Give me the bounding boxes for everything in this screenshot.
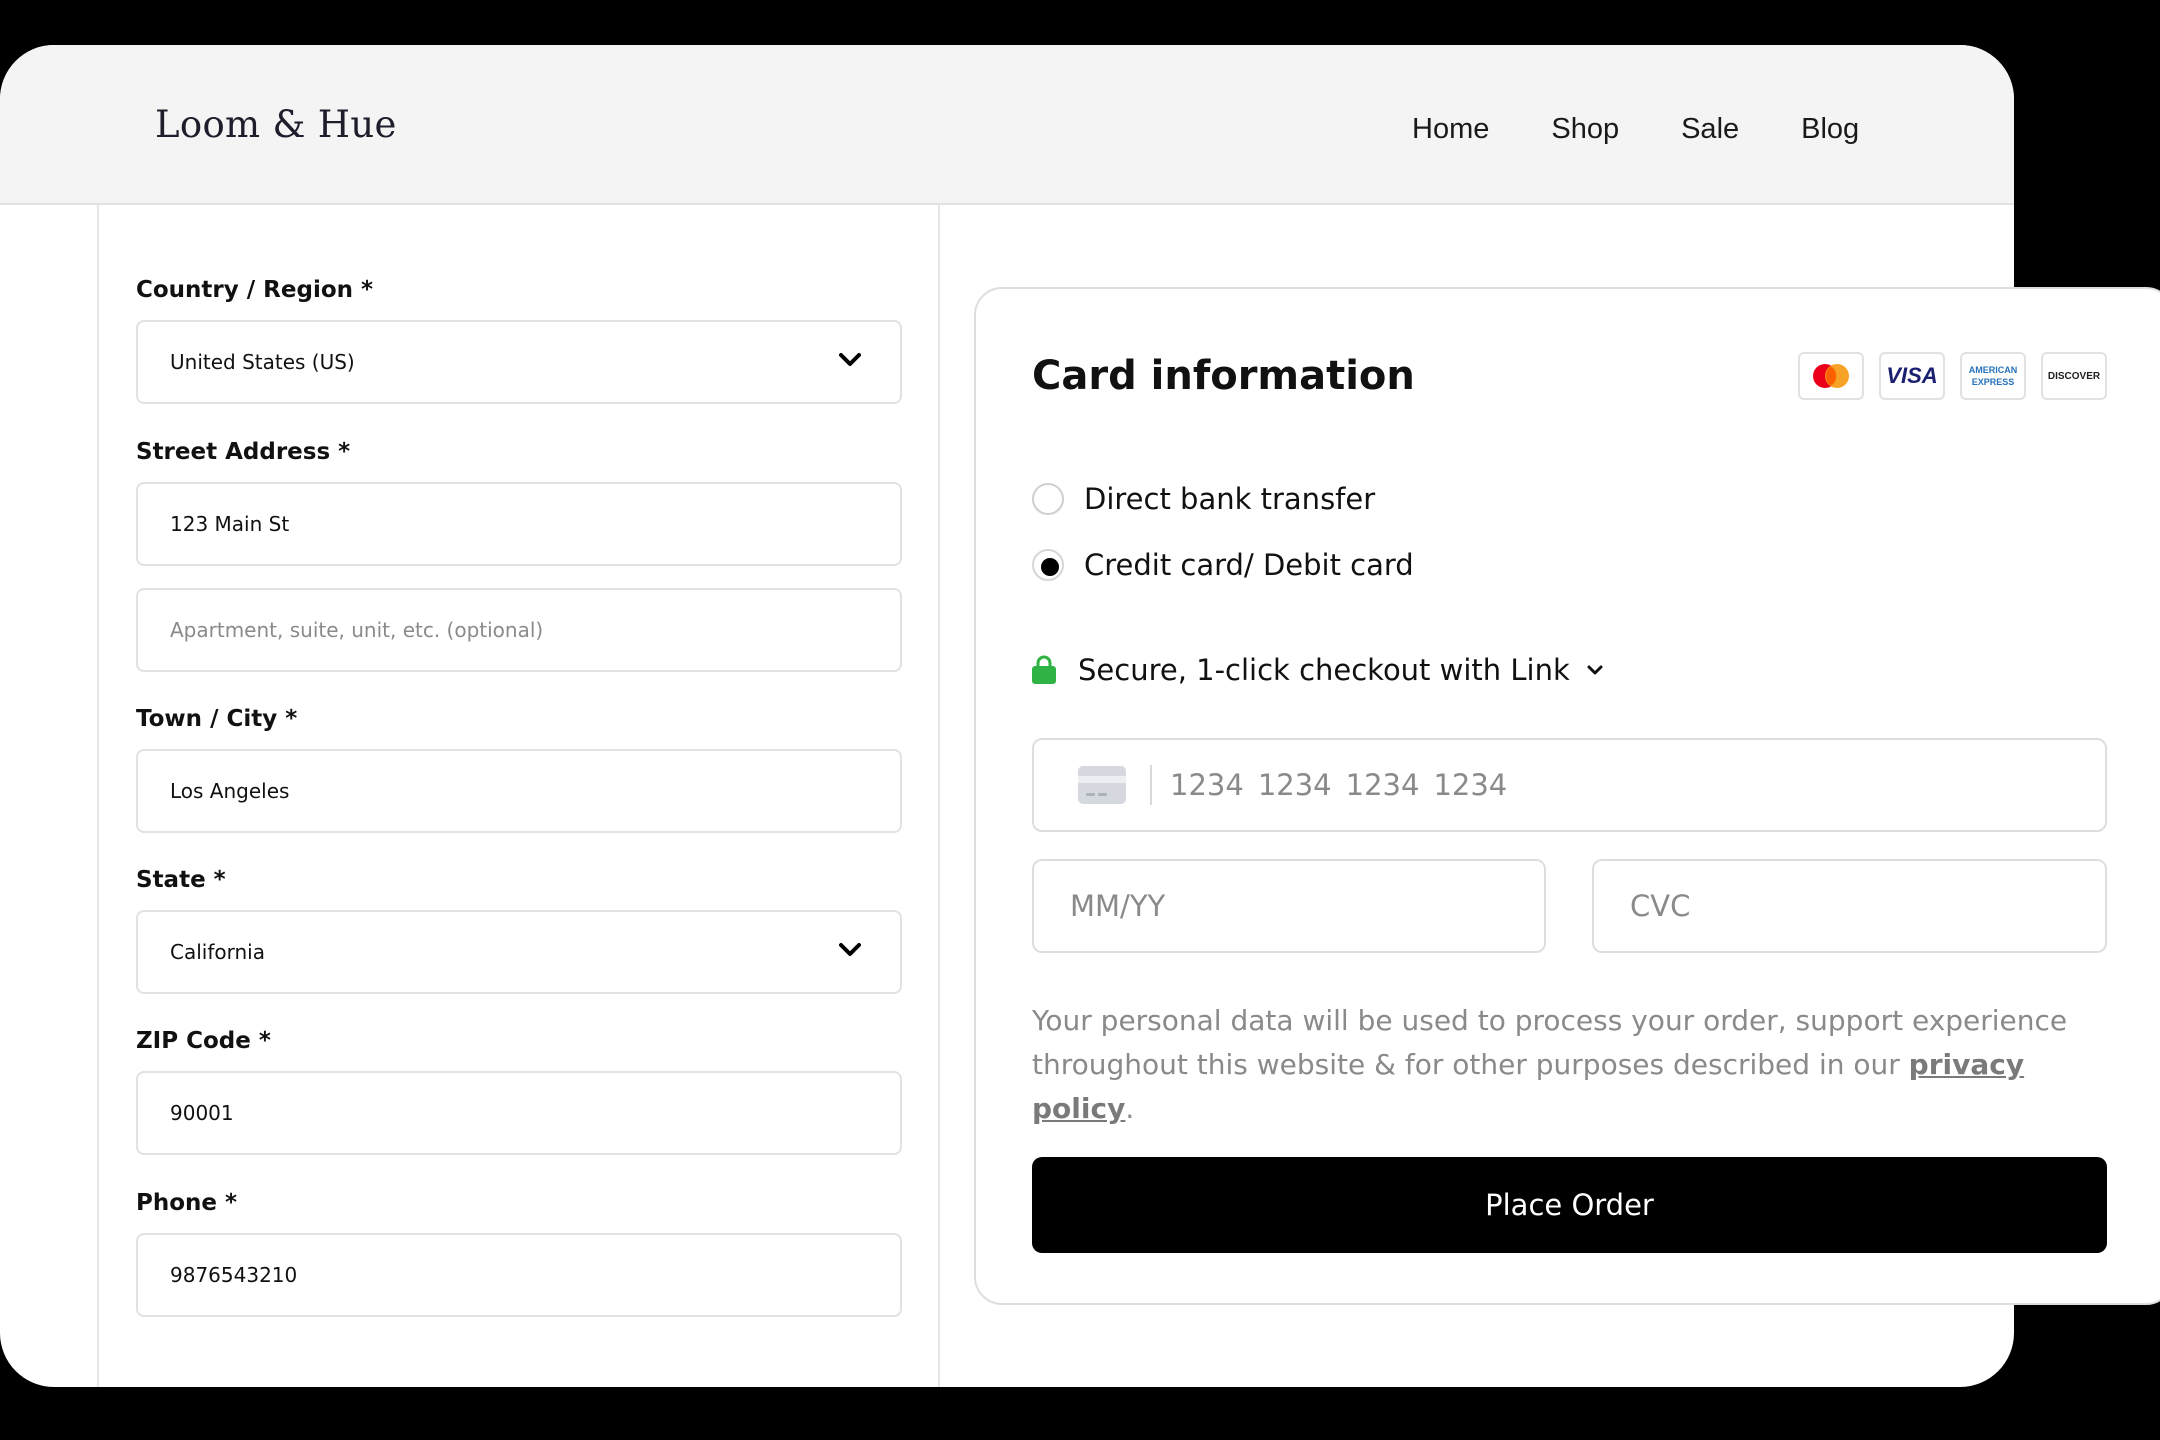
phone-value: 9876543210 [170,1263,298,1287]
expiry-placeholder: MM/YY [1070,889,1166,923]
card-field-divider [1150,765,1152,805]
amex-line2: EXPRESS [1971,377,2015,387]
card-title: Card information [1032,353,1415,399]
visa-text: VISA [1886,363,1938,388]
site-header: Loom & Hue Home Shop Sale Blog [0,45,2014,205]
privacy-notice-end: . [1125,1092,1135,1125]
credit-card-icon [1078,766,1126,804]
card-number-group-4: 1234 [1433,768,1508,802]
chevron-down-icon [839,943,861,956]
card-number-group-1: 1234 [1170,768,1244,802]
american-express-icon: AMERICAN EXPRESS [1960,352,2026,400]
chevron-down-icon [1587,665,1603,675]
card-number-group-3: 1234 [1345,768,1420,802]
center-divider [938,205,940,1387]
card-brand-logos: VISA AMERICAN EXPRESS DISCOVER [1798,352,2122,400]
cvc-placeholder: CVC [1630,889,1691,923]
zip-label: ZIP Code * [136,1028,271,1054]
nav-blog[interactable]: Blog [1801,113,1859,146]
city-value: Los Angeles [170,779,290,803]
nav-home[interactable]: Home [1412,113,1489,146]
brand-logo[interactable]: Loom & Hue [155,103,397,146]
street-address-input[interactable]: 123 Main St [136,482,902,566]
country-label: Country / Region * [136,277,374,303]
nav-shop[interactable]: Shop [1551,113,1619,146]
zip-value: 90001 [170,1101,234,1125]
state-label: State * [136,867,226,893]
place-order-button[interactable]: Place Order [1032,1157,2107,1253]
method-bank-transfer[interactable]: Direct bank transfer [1032,482,1375,516]
street-value: 123 Main St [170,512,290,536]
bank-transfer-radio[interactable] [1032,483,1064,515]
chevron-down-icon [839,353,861,366]
link-checkout-toggle[interactable]: Secure, 1-click checkout with Link [1032,653,1604,687]
mastercard-icon [1798,352,1864,400]
discover-icon: DISCOVER [2041,352,2107,400]
country-select[interactable]: United States (US) [136,320,902,404]
city-label: Town / City * [136,706,298,732]
city-input[interactable]: Los Angeles [136,749,902,833]
expiry-input[interactable]: MM/YY [1032,859,1546,953]
visa-icon: VISA [1879,352,1945,400]
left-divider [97,205,99,1387]
card-number-input[interactable]: 1234 1234 1234 1234 [1032,738,2107,832]
amex-line1: AMERICAN [1968,365,2018,375]
method-credit-card[interactable]: Credit card/ Debit card [1032,548,1414,582]
discover-text: DISCOVER [2047,370,2101,382]
state-value: California [170,940,265,964]
main-nav: Home Shop Sale Blog [1412,113,1921,146]
phone-label: Phone * [136,1190,238,1216]
card-information-panel: Card information VISA AMERICAN EXPRESS D… [974,287,2160,1305]
card-number-group-2: 1234 [1257,768,1332,802]
phone-input[interactable]: 9876543210 [136,1233,902,1317]
bank-transfer-label: Direct bank transfer [1084,482,1376,516]
zip-input[interactable]: 90001 [136,1071,902,1155]
apartment-placeholder: Apartment, suite, unit, etc. (optional) [170,618,544,642]
cvc-input[interactable]: CVC [1592,859,2107,953]
country-value: United States (US) [170,350,355,374]
link-checkout-text: Secure, 1-click checkout with Link [1078,653,1570,687]
privacy-notice: Your personal data will be used to proce… [1032,999,2132,1131]
apartment-input[interactable]: Apartment, suite, unit, etc. (optional) [136,588,902,672]
credit-card-radio[interactable] [1032,549,1064,581]
lock-icon [1032,655,1056,684]
nav-sale[interactable]: Sale [1681,113,1739,146]
credit-card-label: Credit card/ Debit card [1084,548,1414,582]
street-label: Street Address * [136,439,351,465]
state-select[interactable]: California [136,910,902,994]
